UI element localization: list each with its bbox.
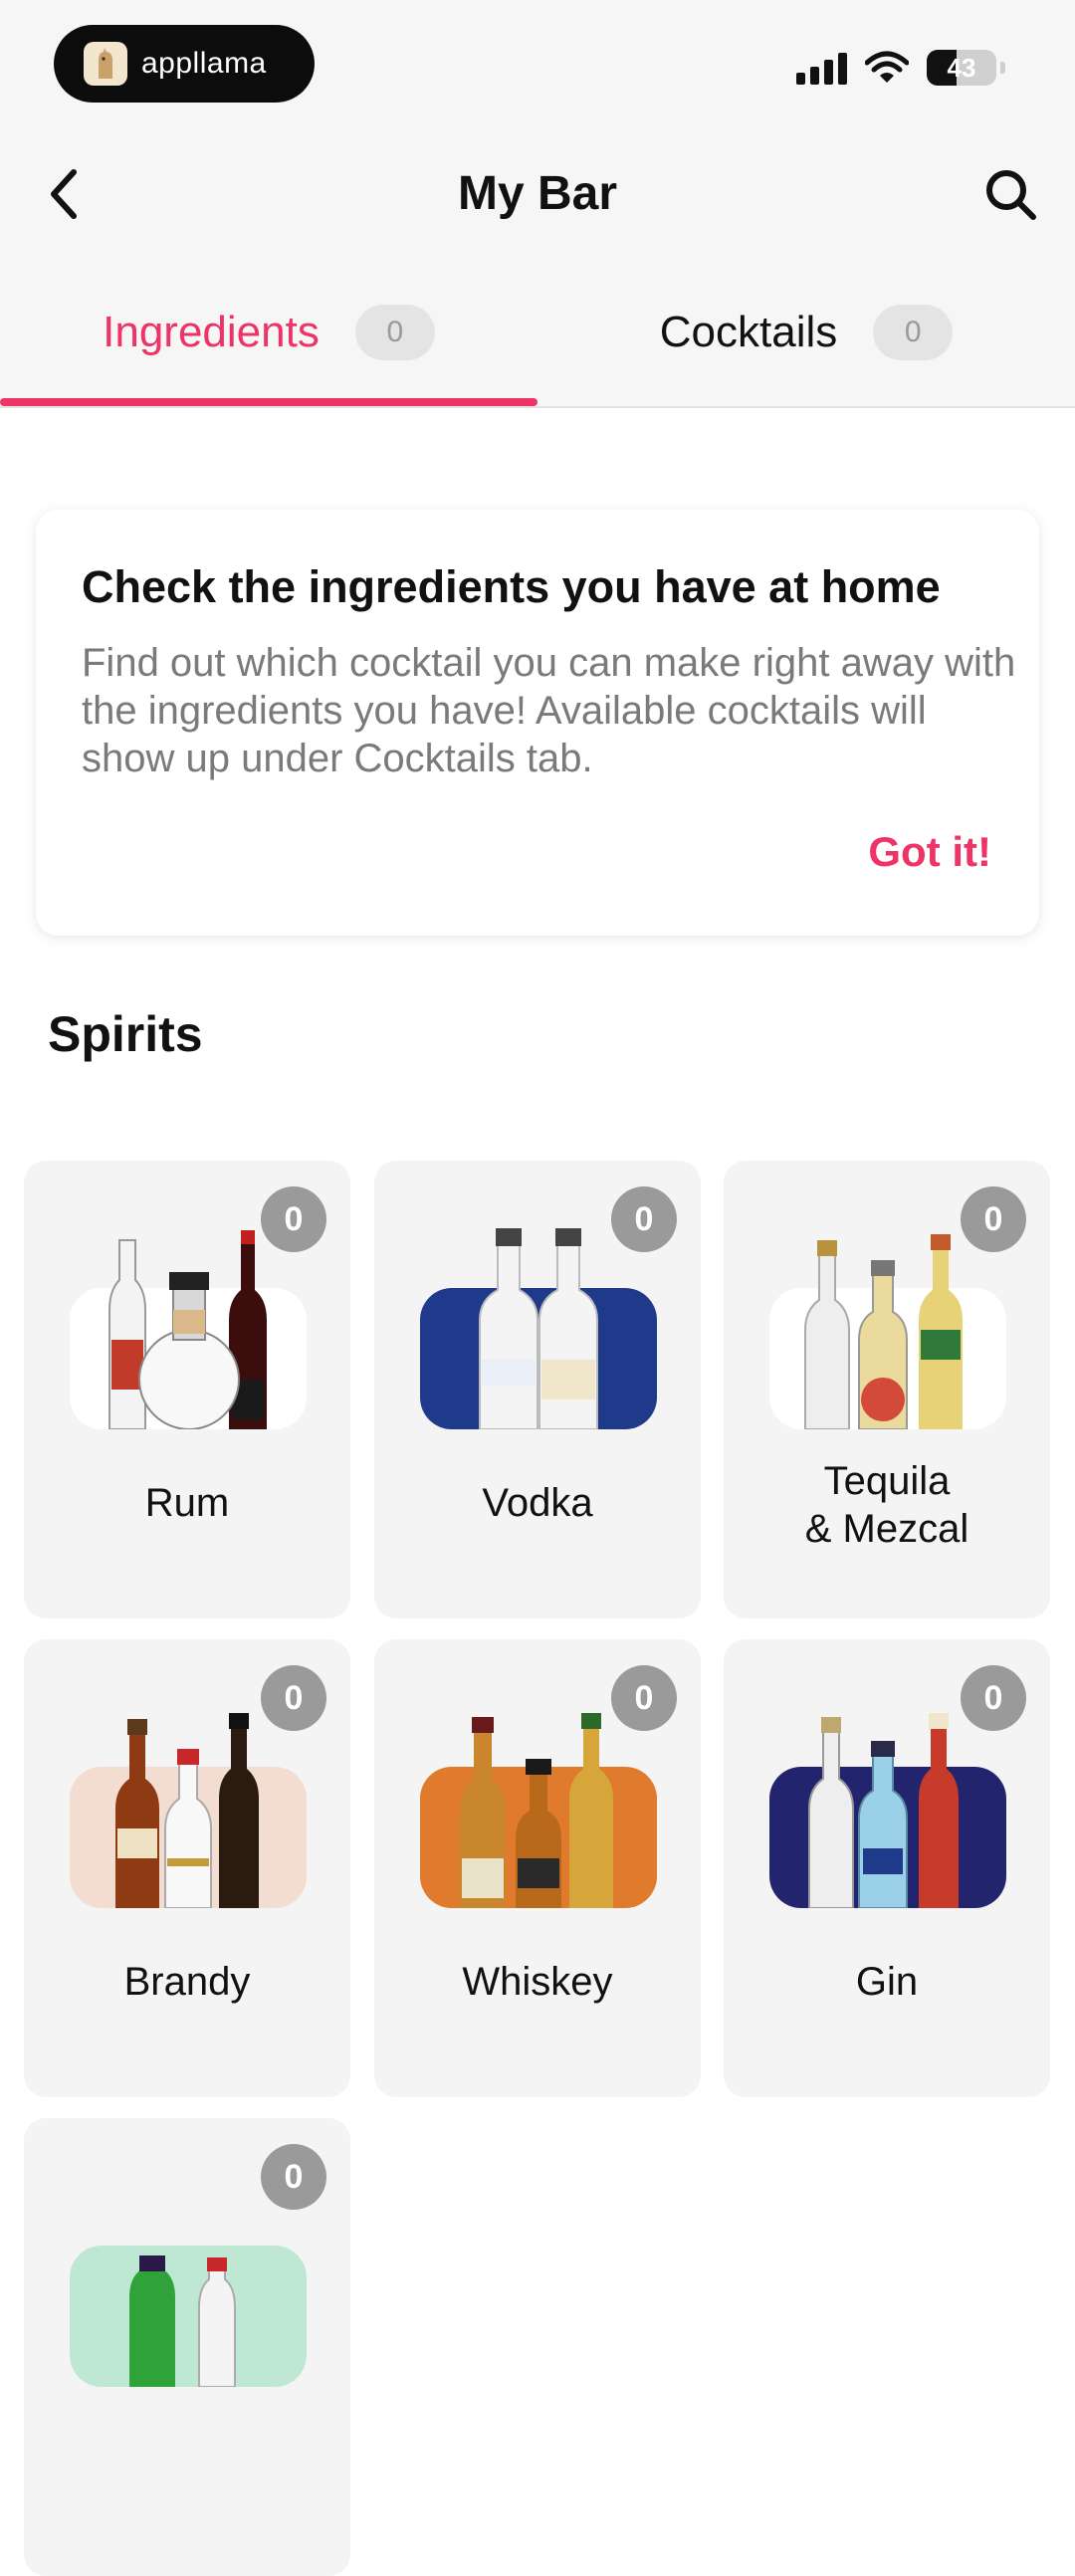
page-title: My Bar <box>457 167 618 220</box>
info-card: Check the ingredients you have at home F… <box>36 510 1039 936</box>
status-bar: appllama 43 <box>0 0 1075 129</box>
tab-cocktails[interactable]: Cocktails 0 <box>538 259 1075 406</box>
vodka-bottles-icon <box>479 1228 598 1429</box>
gin-bottles-icon <box>808 1713 959 1908</box>
whiskey-bottles-icon <box>460 1713 613 1908</box>
spirit-name: Rum <box>144 1481 230 1525</box>
search-button[interactable] <box>975 159 1045 229</box>
got-it-button[interactable]: Got it! <box>868 828 991 876</box>
spirit-name: Whiskey <box>462 1960 613 2004</box>
spirit-tile-brandy[interactable]: 0 Brandy <box>24 1639 350 2097</box>
llama-logo-icon <box>84 42 127 86</box>
spirit-tile-vodka[interactable]: 0 Vodka <box>374 1161 701 1618</box>
tab-label: Ingredients <box>103 308 320 356</box>
spirit-tile-whiskey[interactable]: 0 Whiskey <box>374 1639 701 2097</box>
spirit-name: Gin <box>855 1960 919 2004</box>
info-card-heading: Check the ingredients you have at home <box>82 561 941 612</box>
search-icon <box>986 170 1036 220</box>
recording-pill: appllama <box>54 25 315 103</box>
active-tab-indicator <box>0 398 538 406</box>
spirit-name: Brandy <box>123 1960 251 2004</box>
spirit-tile-gin[interactable]: 0 Gin <box>724 1639 1050 2097</box>
spirit-tile-liqueur[interactable]: 0 <box>24 2118 350 2576</box>
brand-label: appllama <box>141 47 267 80</box>
spirit-name: Tequila & Mezcal <box>804 1459 969 1551</box>
cellular-signal-icon <box>796 51 847 85</box>
tab-label: Cocktails <box>659 308 838 356</box>
spirit-tile-rum[interactable]: 0 Rum <box>24 1161 350 1618</box>
battery-level: 43 <box>947 52 976 83</box>
tab-ingredients[interactable]: Ingredients 0 <box>0 259 538 406</box>
tequila-bottles-icon <box>804 1234 963 1429</box>
info-card-body: Find out which cocktail you can make rig… <box>82 641 1016 780</box>
spirit-tile-tequila-mezcal[interactable]: 0 Tequila & Mezcal <box>724 1161 1050 1618</box>
navigation-bar: My Bar <box>0 129 1075 259</box>
battery-tip <box>1000 62 1005 74</box>
tab-count-badge: 0 <box>873 305 954 360</box>
tab-count-badge: 0 <box>354 305 435 360</box>
wifi-icon <box>865 51 909 83</box>
brandy-bottles-icon <box>115 1713 259 1908</box>
spirit-name: Vodka <box>482 1481 593 1525</box>
rum-bottles-icon <box>108 1230 267 1429</box>
battery-icon: 43 <box>927 50 996 86</box>
liqueur-bottles-icon <box>129 2255 236 2387</box>
section-title: Spirits <box>48 1006 203 1062</box>
tab-bar: Ingredients 0 Cocktails 0 <box>0 259 1075 408</box>
